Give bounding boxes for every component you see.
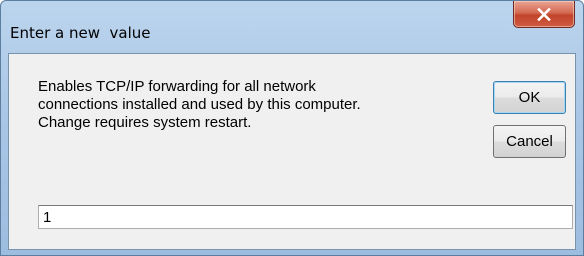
close-button[interactable] [513, 1, 575, 28]
title-bar[interactable]: Enter a new value [1, 1, 583, 45]
window-title: Enter a new value [10, 24, 151, 42]
close-icon [537, 7, 551, 21]
description-line: connections installed and used by this c… [38, 96, 361, 113]
value-description: Enables TCP/IP forwarding for all networ… [38, 78, 478, 132]
value-input[interactable] [38, 205, 573, 229]
description-line: Enables TCP/IP forwarding for all networ… [38, 78, 316, 95]
ok-button[interactable]: OK [493, 81, 566, 114]
dialog-window: Enter a new value Enables TCP/IP forward… [0, 0, 584, 256]
description-line: Change requires system restart. [38, 114, 252, 131]
cancel-button[interactable]: Cancel [493, 125, 566, 158]
dialog-body: Enables TCP/IP forwarding for all networ… [8, 53, 576, 250]
